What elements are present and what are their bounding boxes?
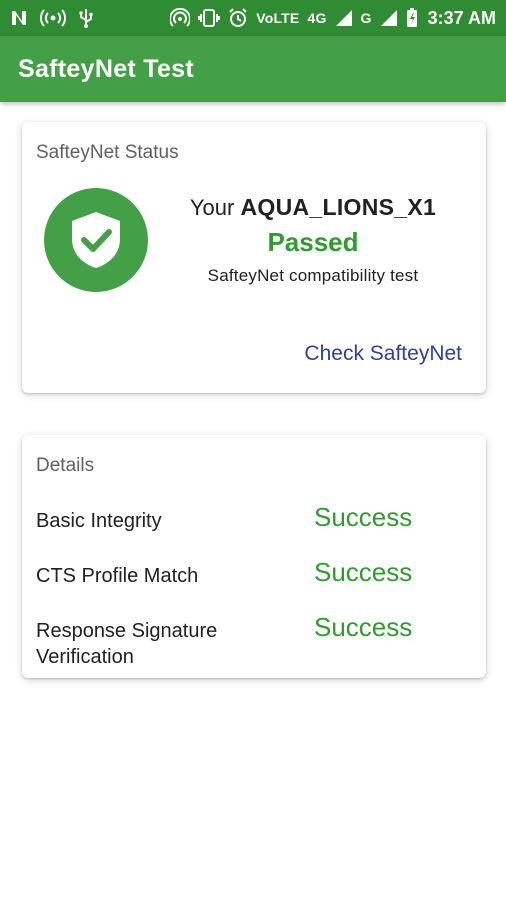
- app-bar: SafteyNet Test: [0, 36, 506, 102]
- hotspot-icon: [170, 8, 191, 28]
- notification-n-icon: [10, 8, 28, 28]
- details-card-title: Details: [36, 455, 95, 476]
- status-bar-right: VoLTE 4G G 3:37 AM: [170, 8, 496, 29]
- signal-icon: [335, 8, 353, 28]
- volte-indicator: VoLTE: [256, 10, 300, 26]
- details-card: Details Basic Integrity Success CTS Prof…: [22, 435, 486, 678]
- battery-icon: [406, 8, 418, 28]
- vibrate-icon: [198, 8, 221, 28]
- check-safetynet-button[interactable]: Check SafteyNet: [304, 342, 462, 366]
- device-name: AQUA_LIONS_X1: [240, 194, 437, 220]
- alarm-icon: [228, 8, 248, 28]
- safetynet-status-card: SafteyNet Status Your AQUA_LIONS_X1 Pass…: [22, 122, 486, 393]
- network-4g-indicator: 4G: [307, 10, 327, 26]
- clock: 3:37 AM: [427, 7, 496, 28]
- device-line: Your AQUA_LIONS_X1: [172, 194, 454, 221]
- status-card-title: SafteyNet Status: [36, 142, 179, 163]
- your-prefix: Your: [189, 195, 235, 220]
- app-title: SafteyNet Test: [18, 54, 195, 83]
- detail-label: Basic Integrity: [36, 510, 162, 532]
- test-description: SafteyNet compatibility test: [207, 266, 419, 285]
- detail-value: Success: [314, 557, 413, 587]
- shield-check-icon: [44, 188, 148, 292]
- detail-row-basic-integrity: Basic Integrity Success: [36, 502, 472, 534]
- status-text-block: Your AQUA_LIONS_X1 Passed SafteyNet comp…: [172, 194, 454, 286]
- signal-icon-2: [380, 8, 398, 28]
- status-bar-left: [10, 8, 94, 28]
- detail-label: CTS Profile Match: [36, 565, 199, 587]
- detail-label: Response Signature Verification: [36, 620, 218, 668]
- detail-row-cts-profile-match: CTS Profile Match Success: [36, 557, 472, 589]
- detail-value: Success: [314, 612, 413, 642]
- detail-row-response-signature: Response Signature Verification Success: [36, 612, 472, 670]
- wifi-hotspot-icon: [40, 8, 66, 28]
- network-g-indicator: G: [360, 10, 372, 26]
- result-status: Passed: [267, 227, 359, 257]
- usb-icon: [78, 8, 94, 28]
- detail-value: Success: [314, 502, 413, 532]
- status-bar: VoLTE 4G G 3:37 AM: [0, 0, 506, 36]
